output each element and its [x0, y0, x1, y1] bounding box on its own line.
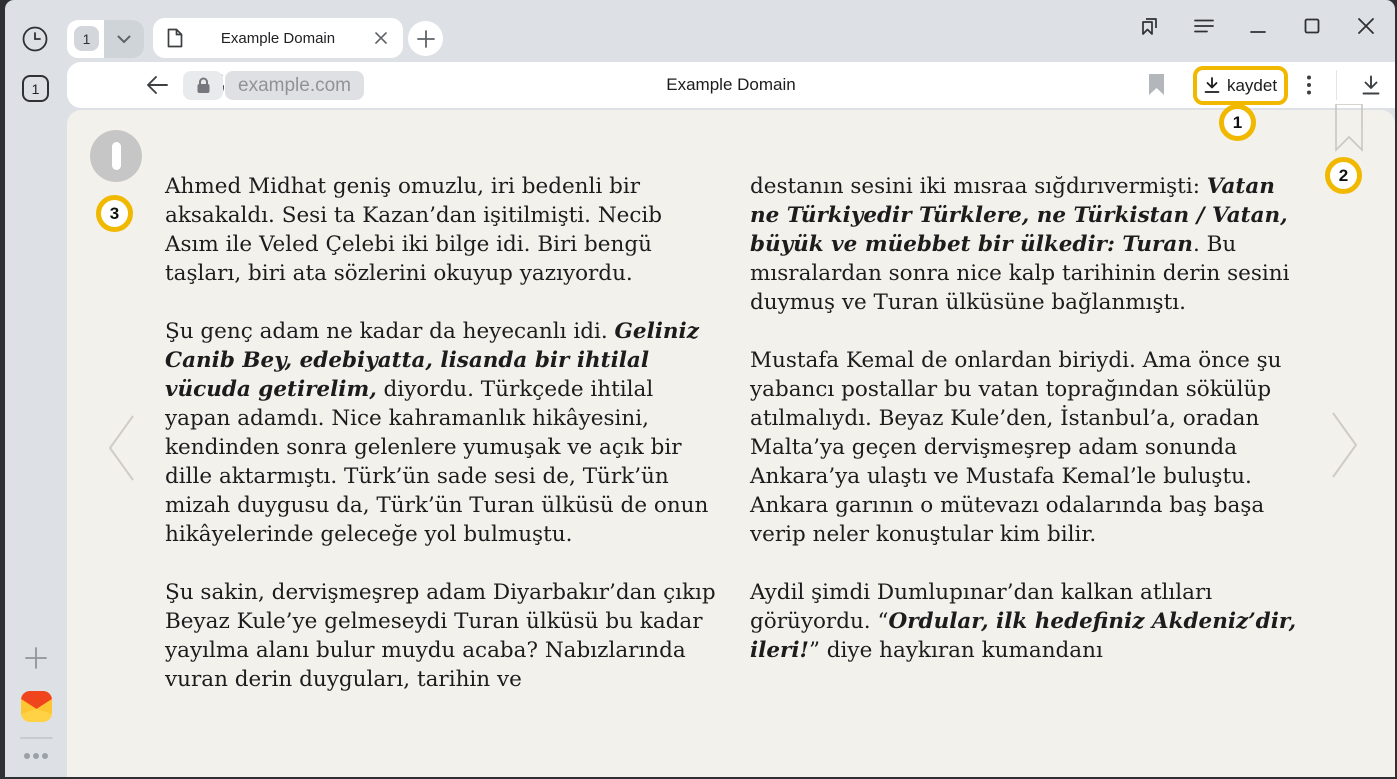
- listen-pause-button[interactable]: [90, 130, 142, 182]
- sidebar-divider: [20, 737, 53, 739]
- reader-page: Ahmed Midhat geniş omuzlu, iri bedenli b…: [67, 110, 1395, 777]
- tab-group-control[interactable]: 1: [67, 20, 144, 58]
- chevron-down-icon: [117, 35, 131, 44]
- tab-title: Example Domain: [183, 30, 373, 47]
- article-paragraph: Mustafa Kemal de onlardan biriydi. Ama ö…: [750, 346, 1302, 549]
- article-paragraph: Aydil şimdi Dumlupınar’dan kalkan atlıla…: [750, 578, 1302, 665]
- tab-group-dropdown[interactable]: [104, 20, 144, 58]
- article-paragraph: Şu genç adam ne kadar da heyecanlı idi. …: [165, 317, 717, 549]
- article-paragraph: destanın sesini iki mısraa sığdırıvermiş…: [750, 172, 1302, 317]
- pause-bar-icon: [112, 142, 121, 170]
- new-tab-button[interactable]: [408, 21, 443, 56]
- history-icon[interactable]: [21, 25, 49, 53]
- save-button-label: kaydet: [1227, 76, 1277, 96]
- tab-counter-badge[interactable]: 1: [74, 26, 99, 51]
- site-security-badge[interactable]: [183, 71, 223, 100]
- bookmark-ribbon-icon[interactable]: [1335, 104, 1363, 152]
- annotation-1-number: 1: [1233, 113, 1242, 133]
- back-icon[interactable]: [145, 74, 169, 96]
- sidebar-panel-badge[interactable]: 1: [22, 75, 49, 102]
- bookmark-flag-icon[interactable]: [1147, 74, 1165, 96]
- browser-tab[interactable]: Example Domain: [153, 18, 403, 58]
- sidebar-add-icon[interactable]: [23, 645, 49, 671]
- maximize-icon[interactable]: [1301, 15, 1323, 37]
- address-bar[interactable]: example.com: [225, 71, 364, 100]
- more-options-icon[interactable]: [1299, 73, 1319, 97]
- bookmarks-panel-icon[interactable]: [1139, 15, 1161, 37]
- minimize-icon[interactable]: [1247, 15, 1269, 37]
- annotation-3-number: 3: [110, 204, 119, 224]
- toolbar-divider: [1336, 70, 1337, 100]
- tab-close-icon[interactable]: [373, 30, 389, 46]
- page-document-icon: [167, 28, 183, 48]
- annotation-3: 3: [96, 195, 133, 232]
- save-button[interactable]: kaydet: [1193, 66, 1288, 105]
- article-paragraph: Şu sakin, dervişmeşrep adam Diyarbakır’d…: [165, 578, 717, 694]
- next-page-chevron[interactable]: [1329, 410, 1361, 480]
- page-title: Example Domain: [467, 62, 995, 108]
- article-paragraph: Ahmed Midhat geniş omuzlu, iri bedenli b…: [165, 172, 717, 288]
- menu-icon[interactable]: [1193, 15, 1215, 37]
- lock-icon: [196, 77, 211, 94]
- browser-window: 1 Example Domain: [5, 0, 1395, 777]
- annotation-1: 1: [1219, 104, 1256, 141]
- sidebar-more-icon[interactable]: [24, 752, 50, 760]
- save-download-icon: [1204, 77, 1220, 94]
- article-column-right: destanın sesini iki mısraa sığdırıvermiş…: [750, 172, 1302, 694]
- article-column-left: Ahmed Midhat geniş omuzlu, iri bedenli b…: [165, 172, 717, 723]
- downloads-icon[interactable]: [1359, 73, 1383, 97]
- annotation-2: 2: [1325, 157, 1362, 194]
- previous-page-chevron[interactable]: [105, 413, 137, 483]
- url-text: example.com: [238, 75, 351, 97]
- window-controls: [1139, 12, 1377, 40]
- mail-app-icon[interactable]: [21, 691, 52, 722]
- close-icon[interactable]: [1355, 15, 1377, 37]
- address-toolbar: example.com Example Domain kaydet: [67, 62, 1395, 108]
- annotation-2-number: 2: [1339, 166, 1348, 186]
